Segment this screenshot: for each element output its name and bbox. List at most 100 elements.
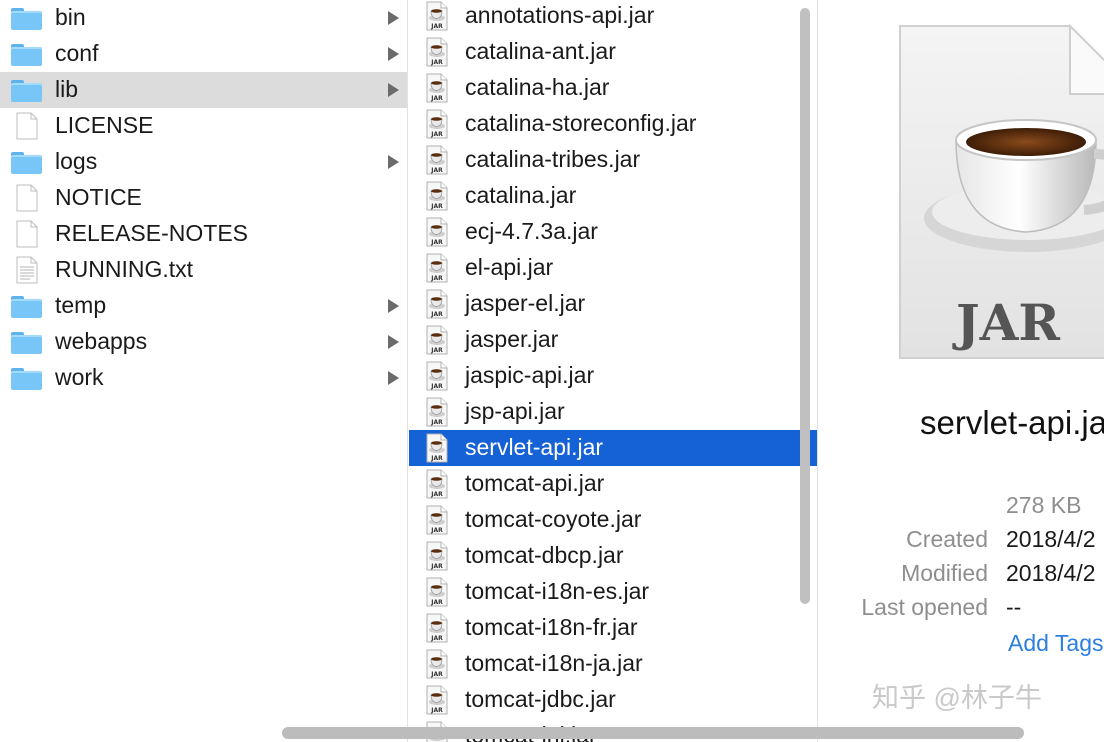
jar-badge-text: JAR (430, 347, 443, 354)
chevron-right-icon (388, 155, 399, 169)
jar-icon: JAR (426, 217, 448, 247)
file-column-item[interactable]: JAR jasper-el.jar (409, 286, 817, 322)
item-label: tomcat-dbcp.jar (465, 542, 624, 568)
file-column-item[interactable]: JAR tomcat-jdbc.jar (409, 682, 817, 718)
file-column-item[interactable]: JAR tomcat-i18n-fr.jar (409, 610, 817, 646)
modified-value: 2018/4/2 (1006, 560, 1096, 586)
file-column-item[interactable]: JAR servlet-api.jar (409, 430, 817, 466)
folder-column-item[interactable]: bin (0, 0, 407, 36)
file-column-item[interactable]: JAR annotations-api.jar (409, 0, 817, 34)
file-column-item[interactable]: JAR tomcat-i18n-ja.jar (409, 646, 817, 682)
item-label: logs (55, 148, 98, 174)
jar-icon: JAR (426, 577, 448, 607)
item-label: tomcat-i18n-ja.jar (465, 650, 643, 676)
jar-icon: JAR (426, 37, 448, 67)
folder-column-item[interactable]: conf (0, 36, 407, 72)
item-label: servlet-api.jar (465, 434, 604, 460)
folder-icon (11, 332, 42, 354)
jar-badge-text: JAR (430, 131, 443, 138)
jar-badge-text: JAR (430, 311, 443, 318)
jar-badge-text: JAR (430, 491, 443, 498)
jar-badge-text: JAR (430, 23, 443, 30)
file-column-item[interactable]: JAR tomcat-coyote.jar (409, 502, 817, 538)
jar-badge-text: JAR (430, 599, 443, 606)
item-label: catalina-ha.jar (465, 74, 610, 100)
jar-icon: JAR (426, 73, 448, 103)
folder-column: bin conf lib LICENSE logs NOTICE RELEASE-NOTES… (0, 0, 407, 742)
file-column-item[interactable]: JAR tomcat-i18n-es.jar (409, 574, 817, 610)
folder-icon (11, 152, 42, 174)
jar-icon: JAR (426, 289, 448, 319)
file-column-item[interactable]: JAR jaspic-api.jar (409, 358, 817, 394)
jar-icon: JAR (426, 361, 448, 391)
jar-icon: JAR (426, 145, 448, 175)
jar-icon: JAR (426, 649, 448, 679)
file-column-item[interactable]: JAR catalina-tribes.jar (409, 142, 817, 178)
last-opened-value: -- (1006, 594, 1022, 620)
item-label: jsp-api.jar (465, 398, 565, 424)
file-column-item[interactable]: JAR catalina-ant.jar (409, 34, 817, 70)
folder-column-item[interactable]: RELEASE-NOTES (0, 216, 407, 252)
horizontal-scrollbar[interactable] (282, 727, 1024, 739)
folder-column-item[interactable]: temp (0, 288, 407, 324)
file-column-item[interactable]: JAR el-api.jar (409, 250, 817, 286)
folder-column-item[interactable]: webapps (0, 324, 407, 360)
file-column-item[interactable]: JAR tomcat-dbcp.jar (409, 538, 817, 574)
column-divider[interactable] (407, 0, 408, 742)
item-label: RELEASE-NOTES (55, 220, 248, 246)
jar-icon: JAR (426, 1, 448, 31)
jar-badge-text: JAR (430, 275, 443, 282)
item-label: RUNNING.txt (55, 256, 193, 282)
folder-icon (11, 296, 42, 318)
folder-icon (11, 44, 42, 66)
item-label: LICENSE (55, 112, 154, 138)
file-column-item[interactable]: JAR ecj-4.7.3a.jar (409, 214, 817, 250)
document-icon (16, 112, 38, 140)
folder-column-item[interactable]: logs (0, 144, 407, 180)
item-label: conf (55, 40, 99, 66)
item-label: NOTICE (55, 184, 142, 210)
file-column-item[interactable]: JAR catalina-ha.jar (409, 70, 817, 106)
jar-badge-text: JAR (430, 203, 443, 210)
item-label: catalina-storeconfig.jar (465, 110, 697, 136)
file-column-item[interactable]: JAR jsp-api.jar (409, 394, 817, 430)
file-column-item[interactable]: JAR tomcat-api.jar (409, 466, 817, 502)
preview-filename: servlet-api.jar (920, 404, 1104, 441)
item-label: tomcat-i18n-es.jar (465, 578, 650, 604)
file-column-item[interactable]: JAR catalina.jar (409, 178, 817, 214)
document-icon (16, 184, 38, 212)
item-label: jasper.jar (465, 326, 559, 352)
folder-icon (11, 368, 42, 390)
jar-badge-text: JAR (430, 707, 443, 714)
file-column-item[interactable]: JAR jasper.jar (409, 322, 817, 358)
item-label: temp (55, 292, 107, 318)
item-label: ecj-4.7.3a.jar (465, 218, 598, 244)
modified-label: Modified (901, 560, 988, 586)
chevron-right-icon (388, 47, 399, 61)
folder-icon (11, 80, 42, 102)
item-label: lib (55, 76, 79, 102)
folder-column-item[interactable]: lib (0, 72, 407, 108)
folder-icon (11, 8, 42, 30)
item-label: tomcat-jdbc.jar (465, 686, 616, 712)
item-label: tomcat-coyote.jar (465, 506, 642, 532)
folder-column-item[interactable]: LICENSE (0, 108, 407, 144)
jar-icon: JAR (426, 505, 448, 535)
jar-icon: JAR (426, 181, 448, 211)
folder-column-item[interactable]: NOTICE (0, 180, 407, 216)
jar-icon: JAR (426, 253, 448, 283)
folder-column-item[interactable]: RUNNING.txt (0, 252, 407, 288)
folder-column-item[interactable]: work (0, 360, 407, 396)
item-label: el-api.jar (465, 254, 554, 280)
jar-badge-text: JAR (430, 167, 443, 174)
item-label: tomcat-api.jar (465, 470, 605, 496)
file-column: JAR annotations-api.jar JAR catalina-ant.ja… (409, 0, 817, 742)
jar-badge-text: JAR (430, 563, 443, 570)
jar-icon: JAR (426, 685, 448, 715)
add-tags-link[interactable]: Add Tags... (1008, 630, 1104, 657)
jar-file-icon: JAR (899, 23, 1104, 359)
vertical-scrollbar[interactable] (800, 8, 810, 604)
file-size: 278 KB (1006, 492, 1082, 518)
jar-badge-text: JAR (430, 59, 443, 66)
file-column-item[interactable]: JAR catalina-storeconfig.jar (409, 106, 817, 142)
